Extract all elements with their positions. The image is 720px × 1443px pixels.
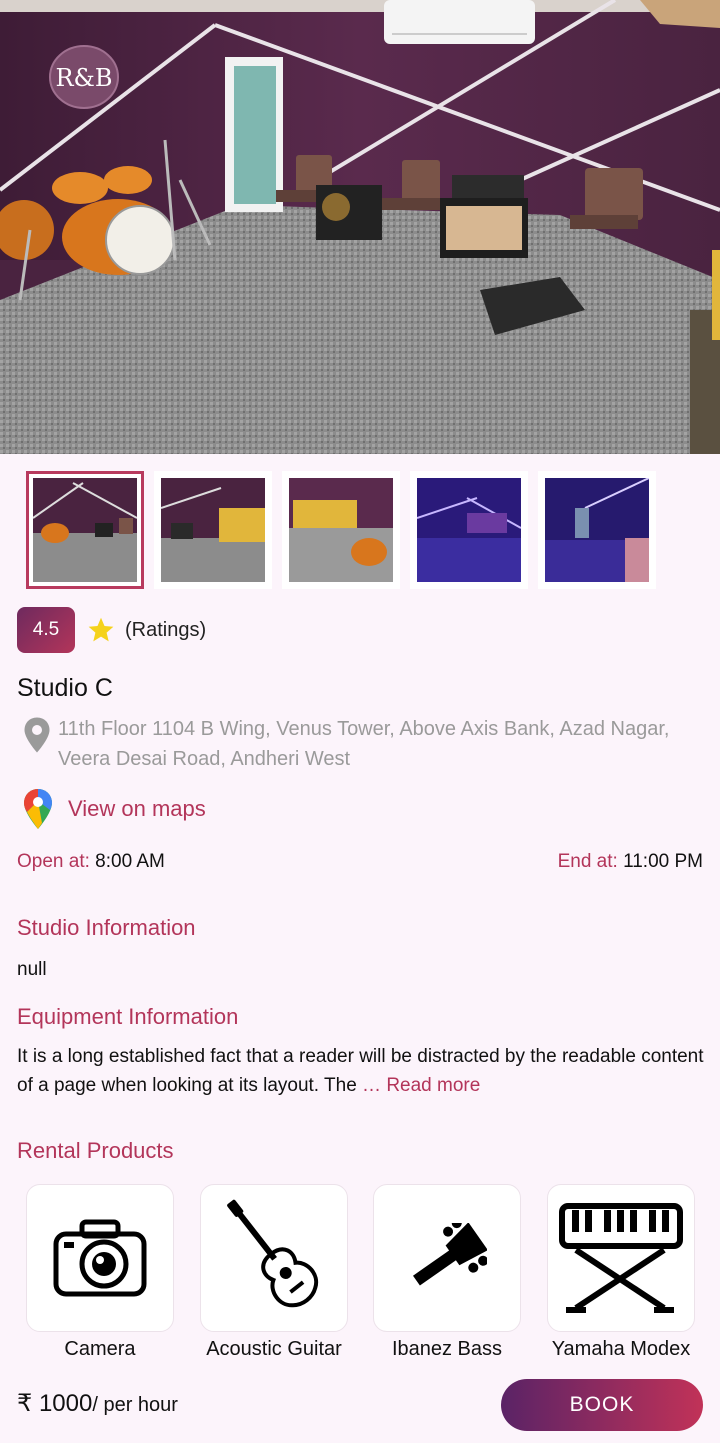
thumbnail-5[interactable]	[538, 471, 656, 589]
rental-item-card	[373, 1184, 521, 1332]
studio-room-photo: R&B	[0, 0, 720, 454]
end-value: 11:00 PM	[623, 851, 703, 872]
open-time: Open at: 8:00 AM	[17, 851, 165, 873]
view-on-maps-link[interactable]: View on maps	[22, 787, 206, 831]
opening-hours: Open at: 8:00 AM End at: 11:00 PM	[17, 851, 703, 873]
rental-item-yamaha-modex[interactable]: Yamaha Modex	[547, 1184, 695, 1361]
open-label: Open at:	[17, 851, 90, 872]
price-unit: / per hour	[92, 1394, 178, 1416]
rating-row: 4.5 (Ratings)	[17, 607, 206, 653]
read-more-link[interactable]: … Read more	[362, 1075, 480, 1096]
studio-address: 11th Floor 1104 B Wing, Venus Tower, Abo…	[58, 718, 670, 770]
open-value: 8:00 AM	[95, 851, 165, 872]
thumbnail-image	[161, 478, 265, 582]
book-button[interactable]: BOOK	[501, 1379, 703, 1431]
end-label: End at:	[557, 851, 618, 872]
location-pin-icon	[24, 717, 50, 753]
rental-item-label: Ibanez Bass	[391, 1338, 503, 1360]
rating-badge: 4.5	[17, 607, 75, 653]
currency-symbol: ₹	[17, 1390, 33, 1417]
thumbnail-image	[289, 478, 393, 582]
camera-icon	[53, 1219, 147, 1297]
rental-item-label: Acoustic Guitar	[206, 1338, 342, 1360]
google-maps-pin-icon	[24, 789, 52, 829]
view-on-maps-label: View on maps	[68, 796, 206, 821]
rental-item-card	[26, 1184, 174, 1332]
studio-detail-screen: R&B 4.5 (Ratings) Studio C 11th Floor 11…	[0, 0, 720, 1443]
rental-item-card	[547, 1184, 695, 1332]
rental-item-camera[interactable]: Camera	[26, 1184, 174, 1361]
equipment-description: It is a long established fact that a rea…	[17, 1046, 704, 1096]
thumbnail-1[interactable]	[26, 471, 144, 589]
price-value: 1000	[38, 1390, 93, 1417]
rental-item-ibanez-bass[interactable]: Ibanez Bass	[373, 1184, 521, 1361]
rental-products-heading: Rental Products	[17, 1138, 174, 1163]
thumbnail-image	[33, 478, 137, 582]
studio-logo-text: R&B	[55, 64, 112, 92]
rental-item-acoustic-guitar[interactable]: Acoustic Guitar	[200, 1184, 348, 1361]
rental-item-label: Yamaha Modex	[551, 1338, 691, 1360]
acoustic-guitar-icon	[227, 1199, 319, 1308]
keyboard-stand-icon	[559, 1203, 683, 1313]
thumbnail-image	[417, 478, 521, 582]
ratings-label: (Ratings)	[125, 618, 207, 641]
studio-information-heading: Studio Information	[17, 915, 196, 940]
equipment-information-heading: Equipment Information	[17, 1004, 239, 1029]
thumbnail-3[interactable]	[282, 471, 400, 589]
studio-title: Studio C	[17, 674, 113, 702]
address-row: 11th Floor 1104 B Wing, Venus Tower, Abo…	[22, 714, 702, 774]
price-display: ₹ 1000/ per hour	[17, 1389, 178, 1418]
thumbnail-image	[545, 478, 649, 582]
thumbnail-2[interactable]	[154, 471, 272, 589]
rental-item-label: Camera	[64, 1338, 136, 1360]
star-icon	[88, 617, 114, 642]
rental-item-card	[200, 1184, 348, 1332]
thumbnail-4[interactable]	[410, 471, 528, 589]
equipment-information-text: It is a long established fact that a rea…	[17, 1042, 707, 1100]
bass-headstock-icon	[413, 1223, 487, 1286]
end-time: End at: 11:00 PM	[558, 851, 703, 873]
studio-information-text: null	[17, 959, 47, 980]
hero-image[interactable]: R&B	[0, 0, 720, 454]
